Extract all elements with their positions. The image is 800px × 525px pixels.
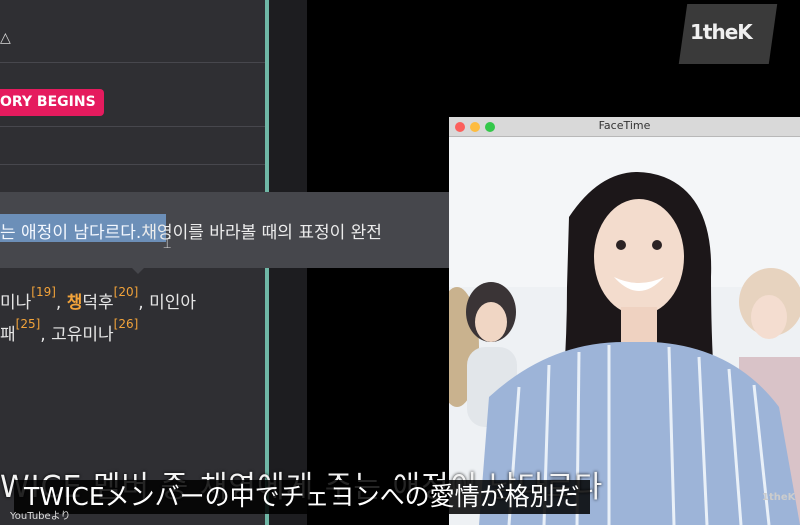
footnote-link[interactable]: [25] xyxy=(16,317,41,331)
unselected-text: 채영이를 바라볼 때의 표정이 완전 xyxy=(141,223,382,243)
tooltip-text[interactable]: 는 애정이 남다르다.채영이를 바라볼 때의 표정이 완전 xyxy=(0,218,382,243)
footnote-link[interactable]: [19] xyxy=(31,285,56,299)
row-divider xyxy=(0,126,268,127)
japanese-subtitle: TWICEメンバーの中でチェヨンへの愛情が格別だ xyxy=(14,480,590,514)
watermark-logo: 1theK xyxy=(762,492,796,503)
footnote-link[interactable]: [26] xyxy=(114,317,139,331)
tooltip-pointer xyxy=(130,266,146,274)
wiki-nickname-line-1: 미나[19], 챙덕후[20], 미인아 xyxy=(0,285,197,313)
window-title: FaceTime xyxy=(598,119,651,132)
nickname-text: 미나 xyxy=(0,293,32,313)
story-badge: ORY BEGINS xyxy=(0,89,104,116)
nickname-text: 패 xyxy=(0,325,16,345)
separator-text: , xyxy=(55,293,67,313)
row-divider xyxy=(0,62,268,63)
selected-text: 는 애정이 남다르다. xyxy=(0,223,142,243)
expand-icon[interactable]: △ xyxy=(0,30,11,46)
nickname-text: , 고유미나 xyxy=(40,325,114,345)
window-titlebar[interactable]: FaceTime xyxy=(449,117,800,137)
source-credit: YouTubeより xyxy=(10,511,71,522)
nickname-text: 덕후 xyxy=(82,293,114,313)
wiki-nickname-line-2: 패[25], 고유미나[26] xyxy=(0,317,139,345)
row-divider xyxy=(0,164,268,165)
text-cursor-icon: ⌶ xyxy=(163,236,172,252)
nickname-text: , 미인아 xyxy=(138,293,197,313)
highlight-char: 챙 xyxy=(66,293,83,313)
channel-logo-text: 1theK xyxy=(690,20,753,44)
footnote-link[interactable]: [20] xyxy=(114,285,139,299)
